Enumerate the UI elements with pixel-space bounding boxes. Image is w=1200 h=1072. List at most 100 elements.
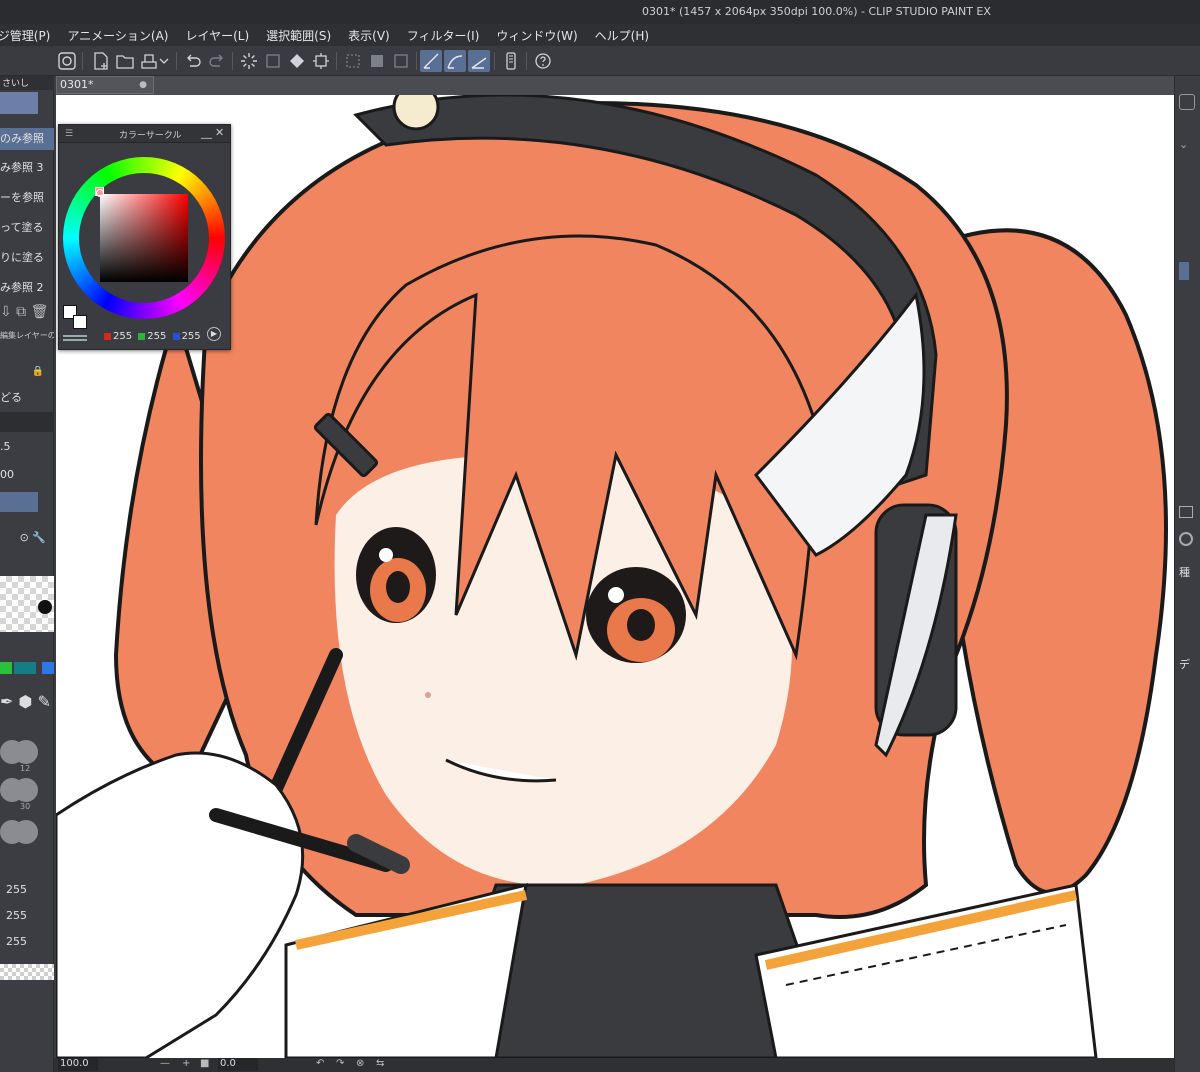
- menu-help[interactable]: ヘルプ(H): [595, 27, 649, 44]
- brush-size-preset[interactable]: [14, 740, 38, 764]
- color-mode-icon[interactable]: [63, 335, 87, 341]
- left-panel-selected-field[interactable]: [0, 92, 38, 114]
- b-value: 255: [181, 331, 201, 342]
- blend-mode-select[interactable]: [0, 492, 38, 512]
- left-g-value[interactable]: 255: [0, 908, 54, 924]
- left-r-value[interactable]: 255: [0, 882, 54, 898]
- brush-size-12-label: 12: [20, 764, 31, 773]
- snap-grid-icon[interactable]: [468, 50, 490, 72]
- fill-option-2[interactable]: りに塗る: [0, 248, 54, 268]
- left-panel-tab[interactable]: さいし: [0, 76, 54, 90]
- color-circle-palette: ☰ カラーサークル __ ✕ 255 255 255 ▶: [58, 124, 231, 350]
- ref-option-3[interactable]: み参照 3: [0, 158, 54, 178]
- ref-layer-option[interactable]: ーを参照: [0, 188, 54, 208]
- menu-layer[interactable]: レイヤー(L): [185, 27, 249, 44]
- app-window: 0301* (1457 x 2064px 350dpi 100.0%) - CL…: [0, 0, 1200, 1072]
- saturation-value-square[interactable]: [100, 194, 188, 282]
- zoom-in-icon[interactable]: +: [182, 1058, 190, 1069]
- right-panel-text-2: デ: [1179, 658, 1190, 671]
- swatch-teal[interactable]: [14, 662, 36, 674]
- rotate-right-icon[interactable]: ↷: [336, 1058, 344, 1069]
- brush-tip-preview: [38, 600, 52, 614]
- right-dock-panel: ⌄ 種 デ: [1174, 76, 1200, 1072]
- value-field-2[interactable]: 00: [0, 466, 54, 484]
- zoom-fit-icon[interactable]: ■: [200, 1058, 209, 1069]
- status-bar: 100.0 — + ■ 0.0 ↶ ↷ ⊗ ⇆: [54, 1058, 1174, 1072]
- sv-marker[interactable]: [96, 189, 104, 197]
- reset-rotation-icon[interactable]: ⊗: [356, 1058, 364, 1069]
- g-value: 255: [147, 331, 167, 342]
- help-icon[interactable]: [532, 50, 554, 72]
- ref-layer-only-option[interactable]: のみ参照: [0, 128, 54, 150]
- fill-icon[interactable]: [286, 50, 308, 72]
- play-icon[interactable]: ▶: [207, 327, 221, 341]
- rotation-value[interactable]: 0.0: [218, 1058, 258, 1071]
- show-selection-icon[interactable]: [390, 50, 412, 72]
- color-circle-header[interactable]: ☰ カラーサークル __ ✕: [59, 125, 230, 143]
- left-dock-panel: さいし のみ参照 み参照 3 ーを参照 って塗る りに塗る み参照 2 ⇩ ⧉ …: [0, 76, 54, 1072]
- right-panel-selected[interactable]: [1179, 262, 1189, 280]
- brush-size-preset[interactable]: [14, 778, 38, 802]
- layer-action-icons[interactable]: ⇩ ⧉ 🗑: [0, 304, 54, 320]
- edit-layer-label: 編集レイヤーの: [0, 331, 54, 340]
- chevron-down-icon[interactable]: ⌄: [1179, 138, 1188, 151]
- command-bar: [0, 46, 1200, 76]
- r-value: 255: [113, 331, 133, 342]
- smartphone-icon[interactable]: [500, 50, 522, 72]
- lock-icon[interactable]: 🔒: [0, 366, 54, 380]
- menu-view[interactable]: 表示(V): [348, 27, 390, 44]
- snap-ruler-icon[interactable]: [420, 50, 442, 72]
- settings-icon[interactable]: [1179, 532, 1193, 546]
- redo-icon[interactable]: [206, 50, 228, 72]
- sub-color-swatch[interactable]: [73, 315, 87, 329]
- transform-icon[interactable]: [310, 50, 332, 72]
- clear-icon[interactable]: [262, 50, 284, 72]
- rotate-left-icon[interactable]: ↶: [316, 1058, 324, 1069]
- document-tab[interactable]: 0301* ●: [56, 76, 154, 94]
- snap-special-ruler-icon[interactable]: [444, 50, 466, 72]
- minimize-button[interactable]: __: [201, 126, 212, 139]
- loading-icon[interactable]: [238, 50, 260, 72]
- swatch-blue[interactable]: [42, 662, 54, 674]
- right-panel-icon[interactable]: [1179, 94, 1195, 110]
- document-tab-close[interactable]: ●: [139, 77, 147, 93]
- folder-icon[interactable]: [1179, 506, 1193, 518]
- brush-size-preset[interactable]: [14, 820, 38, 844]
- rgb-readout: 255 255 255: [101, 331, 201, 342]
- window-title: 0301* (1457 x 2064px 350dpi 100.0%) - CL…: [642, 5, 991, 18]
- back-option[interactable]: どる: [0, 390, 54, 406]
- dropdown-field[interactable]: [0, 412, 54, 432]
- menu-selection[interactable]: 選択範囲(S): [266, 27, 331, 44]
- pen-tool-icons[interactable]: ✒ ⬢ ✎: [0, 692, 54, 712]
- swatch-green[interactable]: [0, 662, 12, 674]
- value-field-1[interactable]: .5: [0, 438, 54, 456]
- zoom-value[interactable]: 100.0: [58, 1058, 98, 1071]
- ref-option-2[interactable]: み参照 2: [0, 278, 54, 298]
- right-panel-text-1: 種: [1179, 566, 1190, 579]
- brush-size-30-label: 30: [20, 802, 31, 811]
- new-file-icon[interactable]: [90, 50, 112, 72]
- left-b-value[interactable]: 255: [0, 934, 54, 950]
- menu-filter[interactable]: フィルター(I): [407, 27, 480, 44]
- clip-studio-icon[interactable]: [56, 50, 78, 72]
- invert-selection-icon[interactable]: [366, 50, 388, 72]
- open-folder-icon[interactable]: [114, 50, 136, 72]
- fill-option-1[interactable]: って塗る: [0, 218, 54, 238]
- sub-tool-settings-icons[interactable]: ⊙ 🔧: [0, 531, 54, 549]
- save-icon[interactable]: [138, 50, 160, 72]
- title-bar: 0301* (1457 x 2064px 350dpi 100.0%) - CL…: [0, 0, 1200, 24]
- chevron-down-icon[interactable]: [158, 50, 170, 72]
- flip-icon[interactable]: ⇆: [376, 1058, 384, 1069]
- color-circle-title: カラーサークル: [119, 131, 182, 141]
- undo-icon[interactable]: [182, 50, 204, 72]
- menu-window[interactable]: ウィンドウ(W): [496, 27, 577, 44]
- zoom-out-icon[interactable]: —: [160, 1058, 170, 1069]
- menu-page-management[interactable]: ージ管理(P): [0, 27, 50, 44]
- document-tab-label: 0301*: [60, 78, 94, 91]
- menu-icon[interactable]: ☰: [65, 129, 73, 139]
- transparent-color-swatch[interactable]: [0, 964, 54, 980]
- deselect-icon[interactable]: [342, 50, 364, 72]
- menu-bar: ージ管理(P) アニメーション(A) レイヤー(L) 選択範囲(S) 表示(V)…: [0, 24, 1200, 46]
- menu-animation[interactable]: アニメーション(A): [67, 27, 168, 44]
- close-button[interactable]: ✕: [215, 126, 224, 139]
